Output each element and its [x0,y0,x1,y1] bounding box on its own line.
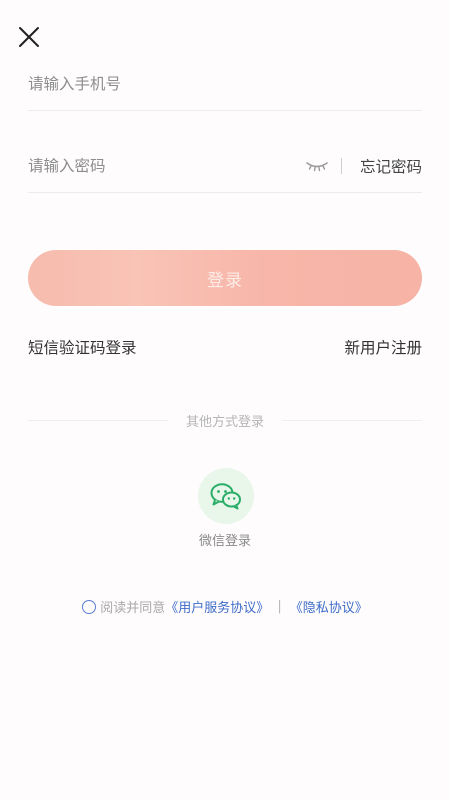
sms-login-link[interactable]: 短信验证码登录 [28,336,137,358]
forgot-password-link[interactable]: 忘记密码 [360,155,422,177]
divider-line-right [282,419,423,421]
agreement-radio[interactable] [82,599,97,614]
password-field-row: 忘记密码 [28,152,422,180]
eye-closed-icon[interactable] [305,158,329,174]
close-icon [19,27,39,47]
service-agreement-link[interactable]: 《用户服务协议》 [165,597,269,616]
password-divider [28,192,422,193]
agreement-prefix: 阅读并同意 [100,601,166,616]
phone-input[interactable] [28,75,422,93]
other-methods-label: 其他方式登录 [186,414,265,430]
privacy-agreement-link[interactable]: 《隐私协议》 [290,597,368,616]
register-link[interactable]: 新用户注册 [344,336,422,358]
wechat-login-label: 微信登录 [198,534,251,549]
login-button[interactable]: 登录 [28,250,422,306]
phone-field-row [28,70,422,98]
password-input[interactable] [28,157,305,175]
agreement-separator: | [277,599,282,614]
wechat-login-button[interactable] [198,468,254,524]
other-methods-divider: 其他方式登录 [28,410,423,430]
divider-line-left [28,419,168,421]
login-links-row: 短信验证码登录 新用户注册 [28,336,422,358]
close-button[interactable] [16,24,42,50]
agreement-row: 阅读并同意 《用户服务协议》 | 《隐私协议》 [0,597,450,616]
vertical-separator [340,158,342,174]
wechat-icon [210,483,241,510]
phone-divider [28,110,422,111]
